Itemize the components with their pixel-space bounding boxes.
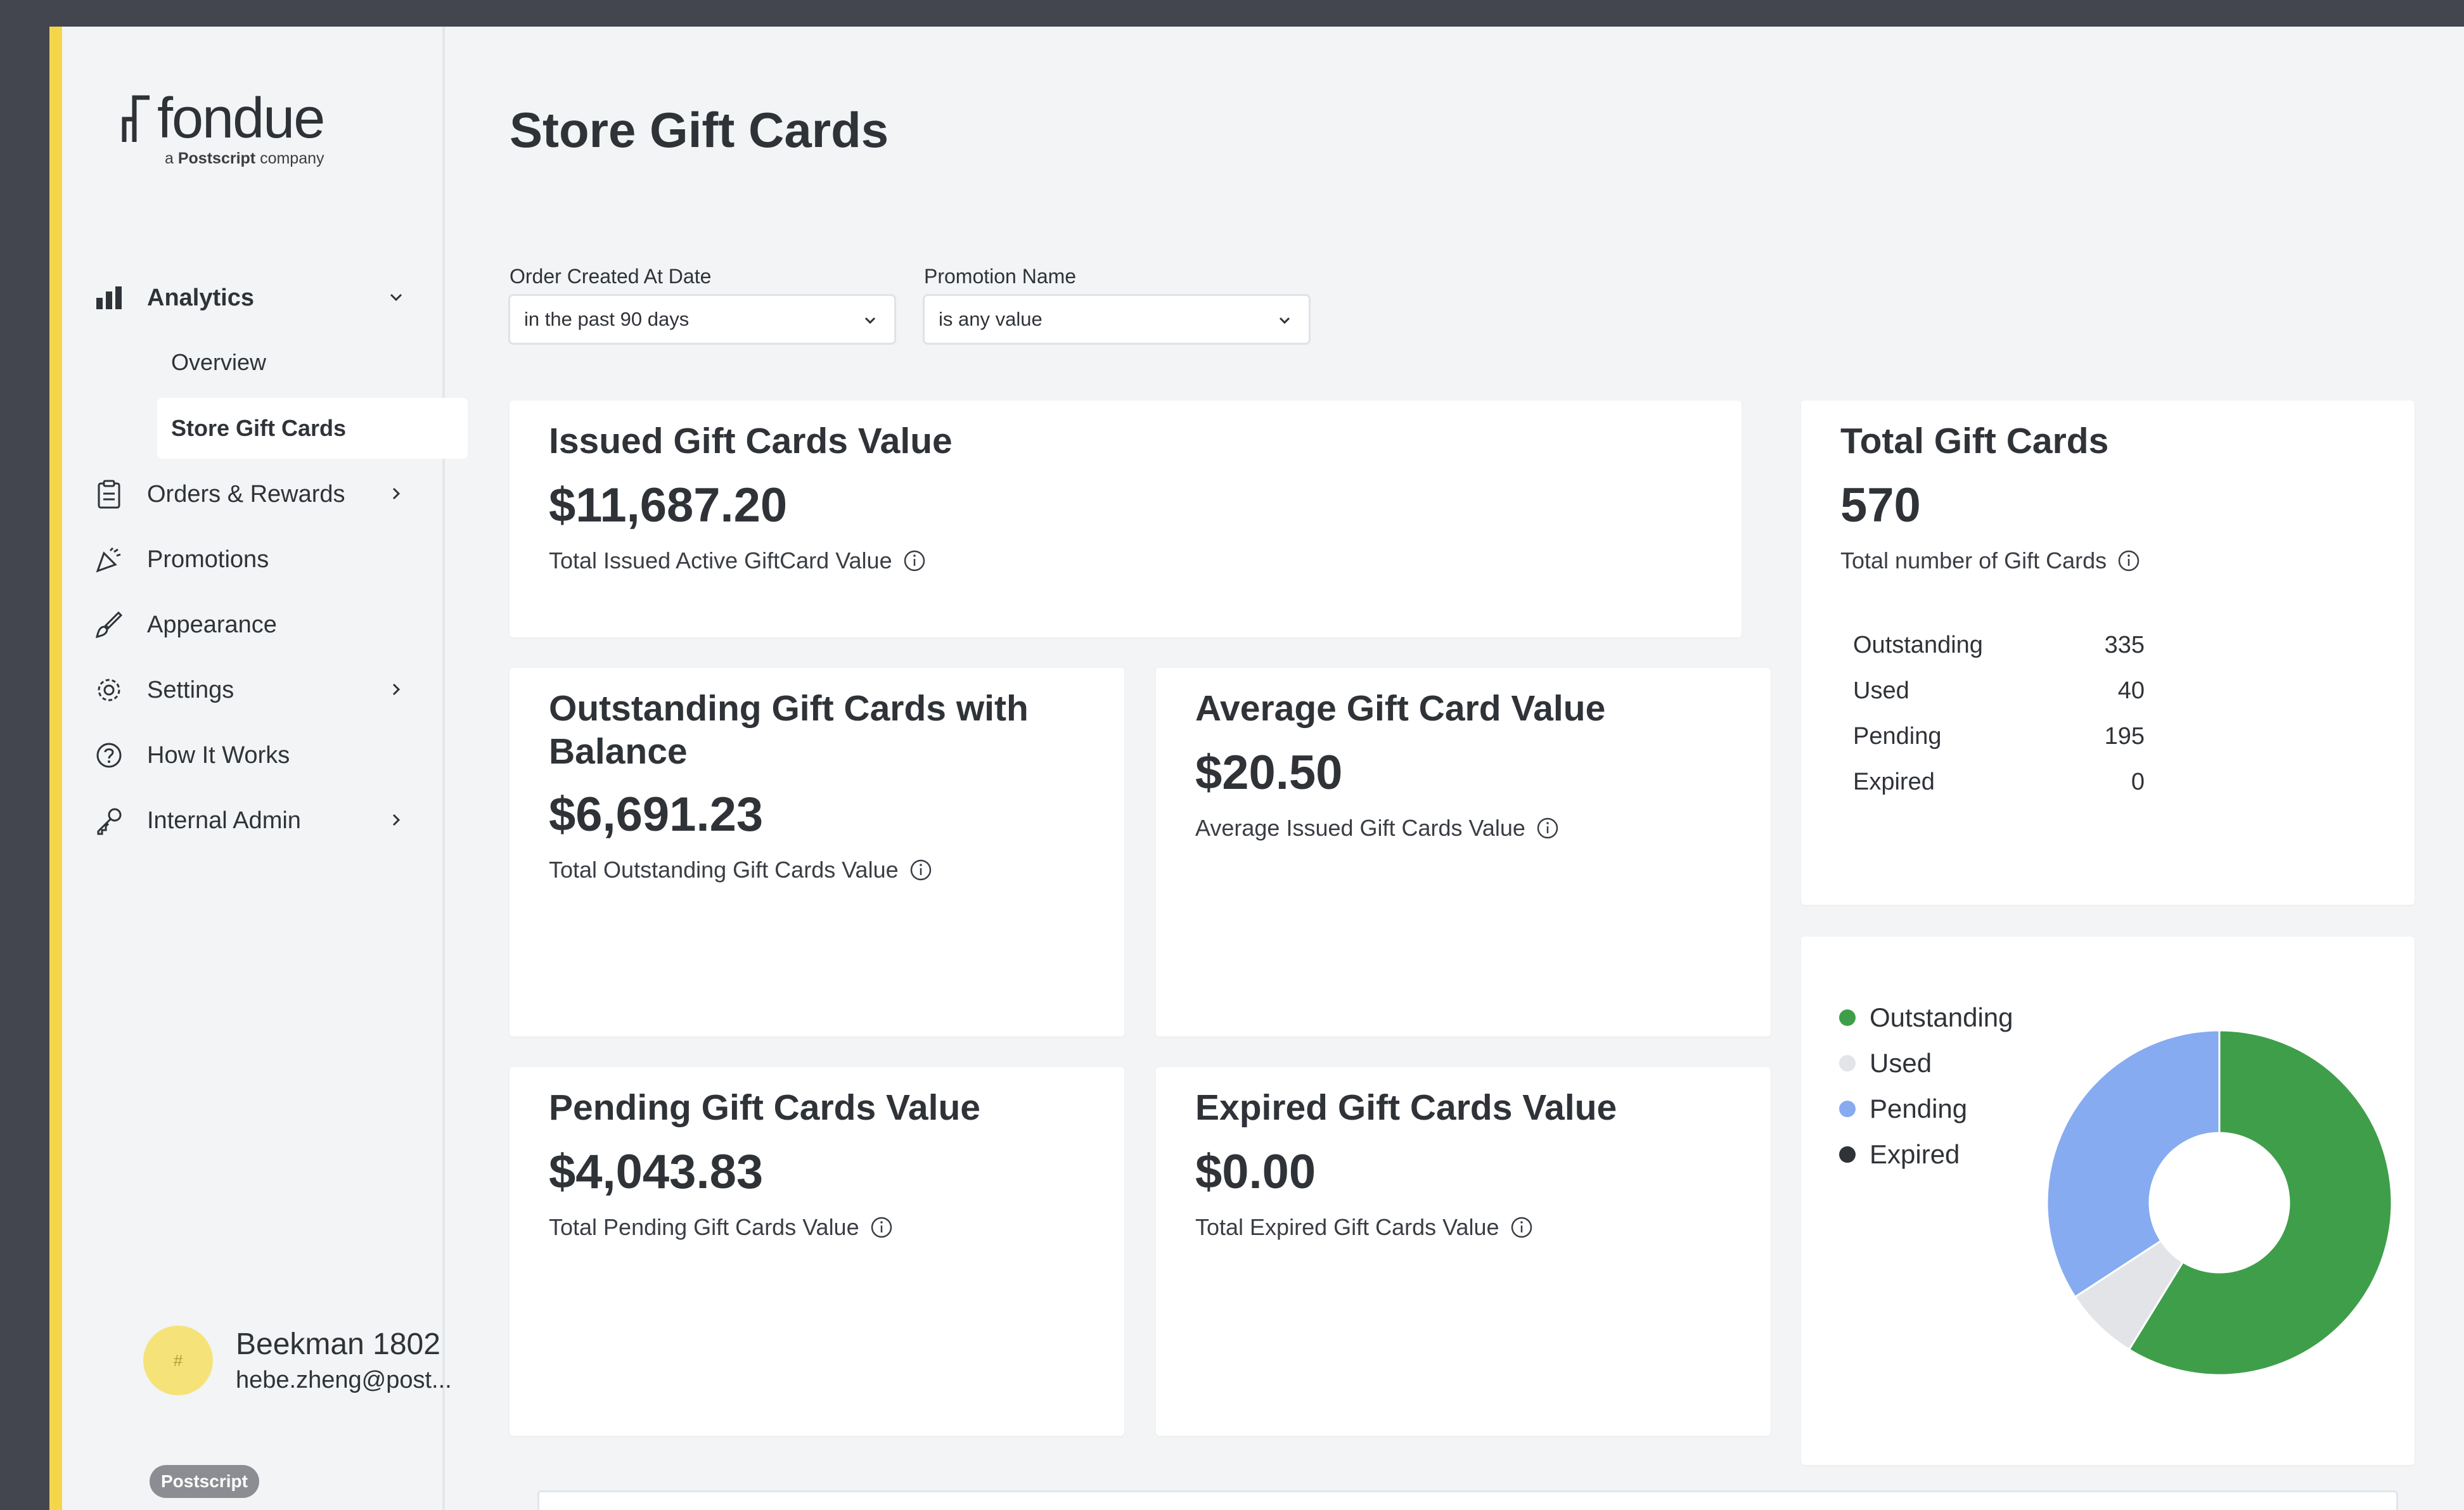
sidebar-item-label: Appearance [147, 611, 277, 638]
card-title: Issued Gift Cards Value [549, 421, 953, 461]
info-icon[interactable] [909, 858, 933, 882]
promotion-filter-value: is any value [939, 308, 1043, 330]
card-subtitle: Average Issued Gift Cards Value [1195, 815, 1560, 841]
brand-logo[interactable]: fondue a Postscript company [120, 87, 325, 167]
card-subtitle: Total Issued Active GiftCard Value [549, 547, 927, 574]
chevron-down-icon [864, 317, 876, 324]
card-value: $0.00 [1195, 1145, 1316, 1199]
issued-value-card: Issued Gift Cards Value $11,687.20 Total… [510, 400, 1742, 637]
page-title: Store Gift Cards [510, 102, 889, 158]
card-value: $4,043.83 [549, 1145, 764, 1199]
sidebar-item-settings[interactable]: Settings [75, 660, 430, 720]
promotion-filter-select[interactable]: is any value [923, 294, 1311, 345]
postscript-badge: Postscript [150, 1465, 259, 1498]
sidebar-item-store-gift-cards[interactable]: Store Gift Cards [157, 398, 468, 459]
date-filter-value: in the past 90 days [524, 308, 690, 330]
outstanding-balance-card: Outstanding Gift Cards with Balance $6,6… [510, 668, 1124, 1037]
total-gift-cards-card: Total Gift Cards 570 Total number of Gif… [1801, 400, 2415, 905]
promotion-filter-label: Promotion Name [924, 265, 1077, 288]
pending-value-card: Pending Gift Cards Value $4,043.83 Total… [510, 1067, 1124, 1436]
legend-item[interactable]: Used [1839, 1040, 2013, 1086]
card-value: $11,687.20 [549, 478, 788, 532]
card-title: Average Gift Card Value [1195, 688, 1606, 729]
info-icon[interactable] [869, 1215, 894, 1239]
average-value-card: Average Gift Card Value $20.50 Average I… [1156, 668, 1771, 1037]
card-title: Expired Gift Cards Value [1195, 1087, 1617, 1128]
chevron-down-icon [1279, 317, 1290, 324]
card-title: Pending Gift Cards Value [549, 1087, 980, 1128]
sidebar-item-label: How It Works [147, 741, 290, 769]
legend-item[interactable]: Outstanding [1839, 995, 2013, 1040]
user-name: Beekman 1802 [236, 1328, 440, 1361]
brand-tagline: a Postscript company [165, 150, 324, 167]
chart-legend: Outstanding Used Pending Expired [1839, 995, 2013, 1177]
legend-item[interactable]: Expired [1839, 1132, 2013, 1177]
sidebar-item-overview[interactable]: Overview [157, 332, 468, 393]
user-profile[interactable]: # Beekman 1802 hebe.zheng@post... [143, 1326, 452, 1395]
avatar: # [143, 1326, 213, 1395]
breakdown-row: Expired 0 [1853, 768, 2145, 795]
card-title: Total Gift Cards [1840, 421, 2109, 461]
chevron-right-icon [392, 487, 401, 500]
sidebar-item-label: Store Gift Cards [171, 415, 347, 441]
next-section-card [537, 1490, 2398, 1510]
sidebar-item-label: Overview [171, 349, 267, 375]
info-icon[interactable] [1510, 1215, 1534, 1239]
brand-name: fondue [157, 87, 325, 150]
chevron-right-icon [392, 683, 401, 696]
app-window: fondue a Postscript company Analytics Ov… [49, 27, 2464, 1510]
help-circle-icon [90, 736, 128, 774]
sidebar-item-orders-rewards[interactable]: Orders & Rewards [75, 464, 430, 525]
bar-chart-icon [90, 279, 128, 317]
date-filter-label: Order Created At Date [510, 265, 712, 288]
party-popper-icon [90, 541, 128, 579]
legend-item[interactable]: Pending [1839, 1086, 2013, 1132]
breakdown-row: Outstanding 335 [1853, 631, 2145, 658]
expired-value-card: Expired Gift Cards Value $0.00 Total Exp… [1156, 1067, 1771, 1436]
sidebar-item-label: Analytics [147, 284, 254, 311]
user-email: hebe.zheng@post... [236, 1367, 452, 1393]
sidebar-item-label: Promotions [147, 546, 269, 573]
accent-bar [49, 27, 62, 1510]
sidebar-item-label: Orders & Rewards [147, 480, 345, 508]
card-subtitle: Total number of Gift Cards [1840, 547, 2141, 574]
card-value: $20.50 [1195, 746, 1343, 800]
chevron-right-icon [392, 814, 401, 826]
sidebar: fondue a Postscript company Analytics Ov… [62, 27, 468, 1510]
card-subtitle: Total Pending Gift Cards Value [549, 1214, 894, 1241]
breakdown-row: Used 40 [1853, 677, 2145, 704]
fondue-logo-icon [122, 95, 150, 142]
donut-chart [2046, 1029, 2393, 1376]
sidebar-item-label: Internal Admin [147, 807, 301, 834]
info-icon[interactable] [902, 549, 927, 573]
legend-swatch [1839, 1009, 1856, 1026]
status-breakdown: Outstanding 335 Used 40 Pending 195 Expired… [1853, 622, 2145, 805]
chevron-down-icon [390, 293, 402, 302]
breakdown-row: Pending 195 [1853, 722, 2145, 750]
card-value: $6,691.23 [549, 788, 764, 841]
legend-swatch [1839, 1055, 1856, 1072]
gear-icon [90, 671, 128, 709]
donut-slice-pending[interactable] [2046, 1029, 2221, 1298]
sidebar-item-appearance[interactable]: Appearance [75, 594, 430, 655]
card-subtitle: Total Expired Gift Cards Value [1195, 1214, 1534, 1241]
date-filter-select[interactable]: in the past 90 days [508, 294, 896, 345]
card-value: 570 [1840, 478, 1921, 532]
legend-swatch [1839, 1146, 1856, 1163]
sidebar-item-how-it-works[interactable]: How It Works [75, 725, 430, 786]
legend-swatch [1839, 1101, 1856, 1117]
sidebar-item-label: Settings [147, 676, 234, 703]
sidebar-item-analytics[interactable]: Analytics [75, 267, 430, 328]
paintbrush-icon [90, 606, 128, 644]
status-chart-card: Outstanding Used Pending Expired [1801, 937, 2415, 1465]
info-icon[interactable] [1536, 816, 1560, 840]
clipboard-icon [90, 475, 128, 513]
sidebar-item-internal-admin[interactable]: Internal Admin [75, 790, 430, 851]
card-title: Outstanding Gift Cards with Balance [549, 688, 1029, 772]
key-icon [90, 802, 128, 840]
info-icon[interactable] [2117, 549, 2141, 573]
sidebar-item-promotions[interactable]: Promotions [75, 529, 430, 590]
card-subtitle: Total Outstanding Gift Cards Value [549, 857, 933, 883]
